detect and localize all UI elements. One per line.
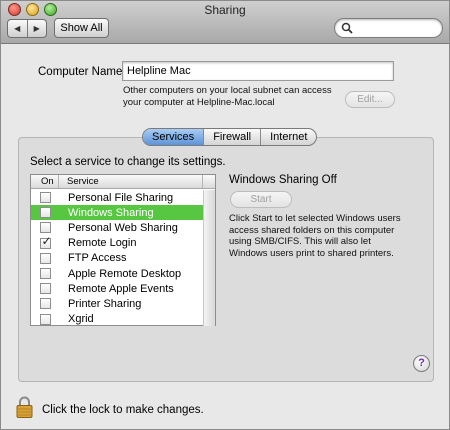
service-row[interactable]: Printer Sharing [31,296,205,311]
service-label: Windows Sharing [68,206,154,219]
service-row[interactable]: FTP Access [31,251,205,266]
column-on[interactable]: On [31,175,59,188]
checkmark-icon: ✓ [41,233,52,248]
service-row[interactable]: Personal Web Sharing [31,220,205,235]
service-row[interactable]: Apple Remote Desktop [31,266,205,281]
start-button[interactable]: Start [230,191,292,208]
tab-services[interactable]: Services [143,129,205,145]
service-checkbox[interactable] [39,252,51,264]
service-checkbox-cell [31,192,59,204]
service-checkbox-cell [31,298,59,310]
service-row[interactable]: Remote Apple Events [31,281,205,296]
service-label: Remote Apple Events [68,282,174,295]
service-checkbox[interactable] [39,283,51,295]
computer-name-info: Other computers on your local subnet can… [123,85,332,108]
service-label: Xgrid [68,313,94,326]
service-checkbox[interactable] [39,207,51,219]
service-checkbox[interactable] [39,192,51,204]
tab-bar: Services Firewall Internet [142,128,318,146]
service-row[interactable]: Windows Sharing [31,205,205,221]
service-checkbox[interactable]: ✓ [39,234,52,249]
search-field[interactable] [334,18,443,38]
service-label: Personal Web Sharing [68,221,178,234]
search-icon [341,22,353,34]
help-button[interactable]: ? [413,355,430,372]
service-row[interactable]: Personal File Sharing [31,190,205,205]
service-checkbox-cell: ✓ [31,234,59,249]
computer-name-field[interactable]: Helpline Mac [122,61,394,81]
sharing-window: Sharing ◀ ▶ Show All Computer Name: Help… [0,0,450,430]
back-forward-control: ◀ ▶ [7,19,47,38]
service-label: Remote Login [68,237,137,250]
service-label: FTP Access [68,252,127,265]
services-hint: Select a service to change its settings. [30,156,226,168]
service-row[interactable]: ✓ Remote Login [31,234,205,251]
services-rows: Personal File Sharing Windows Sharing Pers… [31,190,205,327]
lock-icon[interactable] [16,396,33,418]
forward-arrow-icon[interactable]: ▶ [28,20,47,37]
lock-message: Click the lock to make changes. [42,404,204,416]
service-checkbox[interactable] [39,313,51,325]
service-description: Click Start to let selected Windows user… [229,213,401,259]
back-arrow-icon[interactable]: ◀ [8,20,28,37]
service-checkbox-cell [31,313,59,325]
computer-name-label: Computer Name: [38,66,126,78]
service-checkbox[interactable] [39,268,51,280]
services-list[interactable]: On Service Personal File Sharing Windows … [30,174,216,326]
tab-internet[interactable]: Internet [261,129,316,145]
toolbar: Sharing ◀ ▶ Show All [1,1,449,44]
edit-button[interactable]: Edit... [345,91,395,108]
service-checkbox-cell [31,222,59,234]
service-checkbox[interactable] [39,298,51,310]
service-row[interactable]: Xgrid [31,312,205,327]
service-checkbox-cell [31,252,59,264]
show-all-button[interactable]: Show All [54,18,109,38]
service-label: Personal File Sharing [68,191,174,204]
window-title: Sharing [204,3,246,17]
service-status: Windows Sharing Off [229,174,337,186]
service-checkbox-cell [31,207,59,219]
service-label: Apple Remote Desktop [68,267,182,280]
services-scrollbar[interactable] [203,190,215,326]
services-list-header: On Service [31,175,215,189]
tab-firewall[interactable]: Firewall [204,129,262,145]
column-service[interactable]: Service [59,175,203,188]
service-checkbox-cell [31,268,59,280]
service-label: Printer Sharing [68,297,142,310]
service-checkbox-cell [31,283,59,295]
service-checkbox[interactable] [39,222,51,234]
